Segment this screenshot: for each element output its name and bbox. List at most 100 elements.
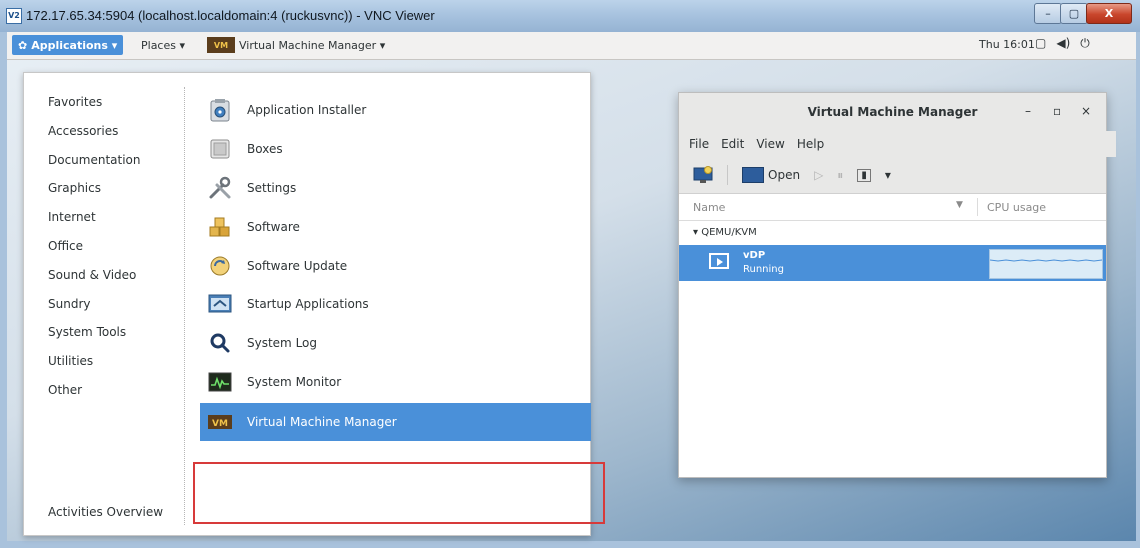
vmm-minimize-button[interactable]: – [1025,104,1031,118]
category-office[interactable]: Office [48,237,141,266]
pause-icon: ⏸ [837,167,844,182]
app-label: Virtual Machine Manager [247,415,397,430]
power-icon: ⏻ [1080,36,1090,50]
run-button[interactable]: ▷ [814,168,823,182]
svg-text:VM: VM [212,419,228,429]
vm-name: vDP [743,250,766,261]
category-other[interactable]: Other [48,381,141,410]
category-documentation[interactable]: Documentation [48,151,141,180]
toolbar-separator [727,165,728,185]
open-button[interactable]: Open [742,167,800,183]
expander-icon: ▾ [693,227,702,238]
vmm-window-title: Virtual Machine Manager [807,105,978,119]
vmm-toolbar: Open ▷ ⏸ ▮ ▾ [679,157,1106,194]
category-utilities[interactable]: Utilities [48,352,141,381]
applications-label: Applications ▾ [31,38,118,52]
status-area[interactable]: ▢ ◀) ⏻ [1035,36,1090,51]
menu-divider [184,87,185,525]
vm-row[interactable]: vDP Running [679,245,1106,281]
vmm-titlebar[interactable]: Virtual Machine Manager – ▫ × [679,93,1106,132]
gnome-top-bar: ✿ Applications ▾ Places ▾ VM Virtual Mac… [7,32,1136,60]
gnome-foot-icon: ✿ [18,38,28,52]
column-name[interactable]: Name [693,201,725,214]
new-vm-icon [693,166,713,183]
column-cpu-usage[interactable]: CPU usage [987,201,1046,214]
category-system-tools[interactable]: System Tools [48,323,141,352]
category-accessories[interactable]: Accessories [48,122,141,151]
category-graphics[interactable]: Graphics [48,179,141,208]
display-icon: ▢ [1035,36,1047,50]
category-sound-video[interactable]: Sound & Video [48,266,141,295]
vnc-titlebar[interactable]: V2 172.17.65.34:5904 (localhost.localdom… [0,0,1140,33]
vmm-logo-icon: VM [207,37,235,53]
monitor-icon [742,167,764,183]
app-item-virtual-machine-manager[interactable]: VM Virtual Machine Manager [200,403,591,442]
app-item-system-monitor[interactable]: System Monitor [207,363,584,402]
vnc-close-button[interactable]: X [1086,3,1132,24]
places-menu-button[interactable]: Places ▾ [141,36,185,54]
menu-view[interactable]: View [756,137,784,151]
app-item-system-log[interactable]: System Log [207,324,584,363]
category-internet[interactable]: Internet [48,208,141,237]
column-separator [977,198,978,216]
new-vm-button[interactable] [693,166,713,184]
app-item-settings[interactable]: Settings [207,169,584,208]
pause-button[interactable]: ⏸ [837,168,843,183]
app-item-application-installer[interactable]: Application Installer [207,91,584,130]
category-favorites[interactable]: Favorites [48,93,141,122]
menu-file[interactable]: File [689,137,709,151]
sort-arrow-icon[interactable]: ▼ [956,200,963,210]
power-button-icon: ▮ [857,168,871,182]
app-label: Software [247,219,300,234]
app-label: System Log [247,336,317,351]
software-icon [207,214,233,240]
startup-icon [207,291,233,317]
shutdown-menu-button[interactable]: ▾ [885,168,891,182]
app-item-startup-applications[interactable]: Startup Applications [207,285,584,324]
vmm-icon: VM [207,409,233,435]
vm-status: Running [743,264,784,275]
vmm-app-menu-button[interactable]: VM Virtual Machine Manager ▾ [207,35,385,55]
app-label: Startup Applications [247,297,369,312]
menu-edit[interactable]: Edit [721,137,744,151]
vmm-close-button[interactable]: × [1081,104,1091,118]
vmm-maximize-button[interactable]: ▫ [1053,104,1061,118]
applications-menu-button[interactable]: ✿ Applications ▾ [12,35,124,55]
vnc-window-title: 172.17.65.34:5904 (localhost.localdomain… [26,8,435,23]
app-item-software-update[interactable]: Software Update [207,246,584,285]
vmm-menubar: File Edit View Help [679,131,1116,157]
system-log-icon [207,330,233,356]
window-frame-right [1136,32,1140,548]
software-update-icon [207,253,233,279]
connection-label: QEMU/KVM [701,227,757,238]
app-label: Boxes [247,142,283,157]
vnc-minimize-button[interactable]: – [1034,3,1062,24]
vm-screen-icon [709,253,729,269]
annotation-highlight-box [193,462,605,524]
volume-icon: ◀) [1056,36,1071,50]
window-frame-bottom [0,541,1140,548]
app-label: Software Update [247,258,348,273]
activities-overview-item[interactable]: Activities Overview [48,505,163,519]
vm-list-header: Name ▼ CPU usage [679,194,1106,221]
settings-icon [207,175,233,201]
app-label: System Monitor [247,374,342,389]
applications-menu: Favorites Accessories Documentation Grap… [23,72,605,536]
window-frame-left [0,32,7,548]
places-label: Places ▾ [141,38,185,52]
menu-help[interactable]: Help [797,137,824,151]
app-label: Settings [247,180,297,195]
shutdown-button[interactable]: ▮ [857,168,871,182]
open-label: Open [768,168,801,182]
play-icon: ▷ [814,168,824,182]
installer-icon [207,97,233,123]
app-list: Application Installer Boxes Settings Sof… [200,91,591,442]
app-item-software[interactable]: Software [207,207,584,246]
category-sundry[interactable]: Sundry [48,295,141,324]
connection-group[interactable]: ▾ QEMU/KVM [693,227,757,238]
app-item-boxes[interactable]: Boxes [207,130,584,169]
vmm-window: Virtual Machine Manager – ▫ × File Edit … [678,92,1116,478]
cpu-usage-graph [989,249,1103,279]
vnc-maximize-button[interactable]: ▢ [1060,3,1088,24]
clock[interactable]: Thu 16:01 [979,38,1035,51]
